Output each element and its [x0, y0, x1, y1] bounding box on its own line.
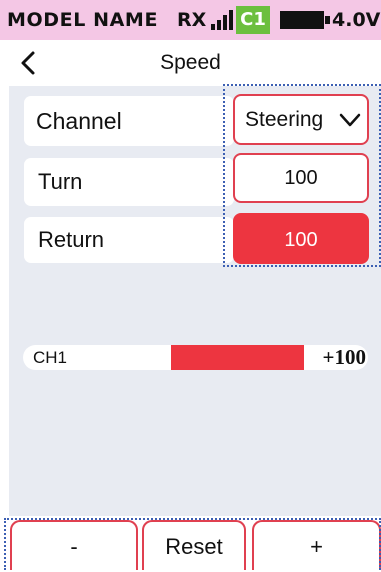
channel-output-fill: [171, 345, 304, 370]
settings-panel: Channel Turn Return Steering 100 100 CH1…: [9, 84, 381, 516]
chevron-left-icon[interactable]: [14, 48, 44, 78]
increment-button[interactable]: +: [252, 520, 381, 570]
title-bar: Speed: [0, 40, 381, 86]
signal-bars-icon: [211, 10, 233, 30]
return-value-field[interactable]: 100: [233, 213, 369, 264]
receiver-label: RX: [177, 9, 207, 31]
turn-label: Turn: [24, 158, 234, 206]
decrement-button[interactable]: -: [10, 520, 138, 570]
channel-output-value: +100: [322, 345, 366, 369]
chevron-down-icon: [339, 113, 361, 127]
channel-output-label: CH1: [33, 348, 68, 367]
channel-label: Channel: [24, 96, 234, 146]
channel-badge: C1: [236, 6, 270, 34]
channel-output-bar: CH1 +100: [23, 345, 368, 370]
turn-value-field[interactable]: 100: [233, 153, 369, 203]
return-label: Return: [24, 217, 234, 263]
status-bar: MODEL NAME RX C1 4.0V: [0, 0, 381, 40]
page-title: Speed: [160, 51, 221, 74]
channel-select[interactable]: Steering: [233, 94, 369, 145]
battery-icon: [280, 11, 330, 29]
bottom-toolbar: - Reset +: [0, 516, 381, 570]
channel-select-value: Steering: [245, 108, 324, 131]
voltage-readout: 4.0V: [332, 9, 381, 31]
reset-button[interactable]: Reset: [142, 520, 246, 570]
model-name: MODEL NAME: [7, 9, 159, 31]
